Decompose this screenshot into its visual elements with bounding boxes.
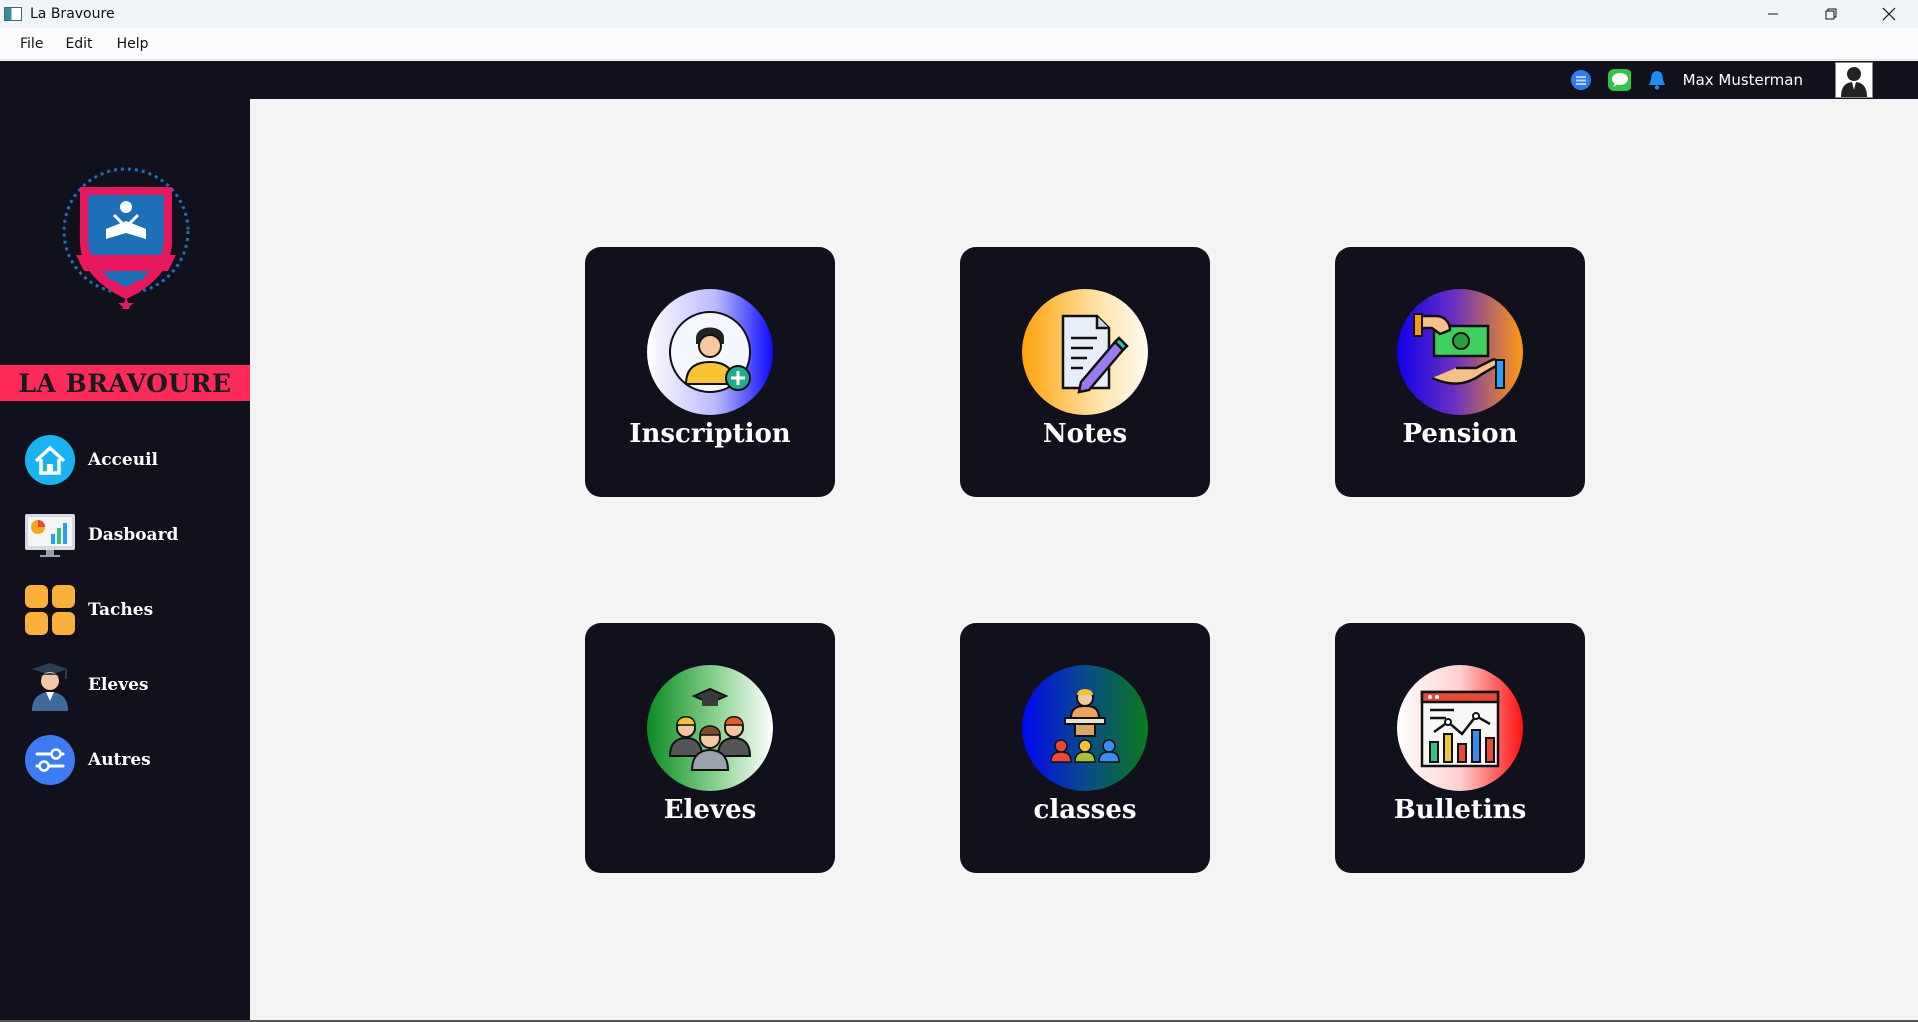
tile-label: classes <box>1033 795 1137 825</box>
tile-pension[interactable]: Pension <box>1335 247 1585 497</box>
close-button[interactable] <box>1860 0 1918 28</box>
tile-eleves[interactable]: Eleves <box>585 623 835 873</box>
restore-icon <box>1825 8 1837 20</box>
home-icon <box>24 434 76 486</box>
tile-label: Bulletins <box>1393 795 1527 825</box>
restore-button[interactable] <box>1802 0 1860 28</box>
tile-inscription[interactable]: Inscription <box>585 247 835 497</box>
menu-file[interactable]: File <box>10 36 53 52</box>
settings-sliders-icon <box>24 734 76 786</box>
minimize-button[interactable] <box>1744 0 1802 28</box>
sidebar-item-taches[interactable]: Taches <box>24 584 153 636</box>
minimize-icon <box>1768 13 1778 15</box>
header-user-area: Max Musterman <box>1555 61 1873 99</box>
tasks-grid-icon <box>24 584 76 636</box>
teacher-class-icon <box>1022 665 1148 791</box>
window-title: La Bravoure <box>30 6 115 22</box>
tile-label: Pension <box>1402 419 1518 449</box>
header-bar: Max Musterman <box>0 61 1918 99</box>
sidebar-item-autres[interactable]: Autres <box>24 734 151 786</box>
window-controls <box>1744 0 1918 28</box>
sidebar-item-label: Acceuil <box>88 450 158 470</box>
students-group-icon <box>647 665 773 791</box>
sidebar-item-label: Dasboard <box>88 525 179 545</box>
tile-label: Eleves <box>663 795 757 825</box>
tile-classes[interactable]: classes <box>960 623 1210 873</box>
user-silhouette-icon <box>1841 67 1867 97</box>
bell-icon[interactable] <box>1645 68 1669 92</box>
menu-bubble-icon[interactable] <box>1569 68 1593 92</box>
money-hand-icon <box>1397 289 1523 415</box>
app-icon <box>4 7 22 21</box>
sidebar-item-acceuil[interactable]: Acceuil <box>24 434 158 486</box>
sidebar: LA BRAVOURE Acceuil Dasboard Taches Elev… <box>0 99 250 1020</box>
graduate-icon <box>24 659 76 711</box>
report-chart-icon <box>1397 665 1523 791</box>
close-icon <box>1882 7 1896 21</box>
chat-icon[interactable] <box>1607 68 1631 92</box>
tile-notes[interactable]: Notes <box>960 247 1210 497</box>
main-content: Inscription Notes Pension Eleves classes… <box>250 99 1918 1020</box>
tile-label: Notes <box>1042 419 1128 449</box>
menu-bar: File Edit Help <box>0 28 1918 60</box>
sidebar-item-label: Autres <box>88 750 151 770</box>
user-name: Max Musterman <box>1682 71 1803 89</box>
sidebar-item-label: Taches <box>88 600 154 620</box>
window-titlebar: La Bravoure <box>0 0 1918 28</box>
avatar[interactable] <box>1835 62 1873 98</box>
tile-label: Inscription <box>629 419 791 449</box>
brand-banner: LA BRAVOURE <box>0 365 250 401</box>
tile-bulletins[interactable]: Bulletins <box>1335 623 1585 873</box>
menu-edit[interactable]: Edit <box>53 36 104 52</box>
school-logo <box>56 159 196 313</box>
sidebar-item-eleves[interactable]: Eleves <box>24 659 149 711</box>
menu-help[interactable]: Help <box>105 36 161 52</box>
sidebar-item-label: Eleves <box>88 675 149 695</box>
document-pencil-icon <box>1022 289 1148 415</box>
student-add-icon <box>647 289 773 415</box>
sidebar-item-dasboard[interactable]: Dasboard <box>24 509 178 561</box>
dashboard-monitor-icon <box>24 509 76 561</box>
